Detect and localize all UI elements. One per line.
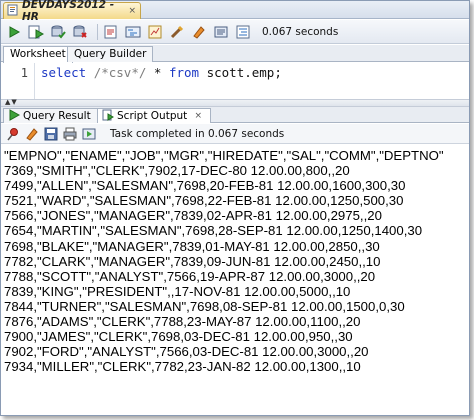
line-number-gutter: 1 xyxy=(1,63,35,99)
csv-data-line: 7902,"FORD","ANALYST",7566,03-DEC-81 12.… xyxy=(4,344,369,360)
print-icon[interactable] xyxy=(62,126,78,142)
tab-query-builder[interactable]: Query Builder xyxy=(67,46,154,62)
csv-data-line: 7782,"CLARK","MANAGER",7839,09-JUN-81 12… xyxy=(4,253,381,269)
buffer-size-icon[interactable] xyxy=(81,126,97,142)
tab-worksheet[interactable]: Worksheet xyxy=(3,46,73,63)
sql-file-icon xyxy=(7,4,19,19)
sql-worksheet-window: DEVDAYS2012 - HR × 0.067 seconds Workshe… xyxy=(0,0,470,416)
worksheet-document-tab[interactable]: DEVDAYS2012 - HR × xyxy=(3,0,141,23)
csv-data-line: 7698,"BLAKE","MANAGER",7839,01-MAY-81 12… xyxy=(4,238,380,254)
csv-data-line: 7844,"TURNER","SALESMAN",7698,08-SEP-81 … xyxy=(4,298,405,314)
table-name-token: scott.emp; xyxy=(199,65,282,80)
run-statement-icon[interactable] xyxy=(5,23,23,41)
csv-data-line: 7566,"JONES","MANAGER",7839,02-APR-81 12… xyxy=(4,208,382,224)
csv-data-line: 7839,"KING","PRESIDENT",,17-NOV-81 12.00… xyxy=(4,283,351,299)
run-script-icon[interactable] xyxy=(27,23,45,41)
history-icon[interactable] xyxy=(212,23,230,41)
task-status: Task completed in 0.067 seconds xyxy=(110,127,285,140)
pin-icon[interactable] xyxy=(5,126,21,142)
rollback-icon[interactable] xyxy=(71,23,89,41)
explain-plan-icon[interactable] xyxy=(124,23,142,41)
csv-data-line: 7654,"MARTIN","SALESMAN",7698,28-SEP-81 … xyxy=(4,223,423,239)
csv-data-line: 7788,"SCOTT","ANALYST",7566,19-APR-87 12… xyxy=(4,268,376,284)
toolbar-separator xyxy=(97,23,98,40)
sql-tuning-icon[interactable] xyxy=(168,23,186,41)
sql-editor[interactable]: 1 select /*csv*/ * from scott.emp; xyxy=(1,63,469,99)
result-tabs: Query Result × Script Output × xyxy=(1,107,469,123)
splitter-arrows-icon[interactable]: ▲▼ xyxy=(5,98,18,106)
csv-data-line: 7499,"ALLEN","SALESMAN",7698,20-FEB-81 1… xyxy=(4,178,406,194)
star-token: * xyxy=(146,65,169,80)
csv-header-line: "EMPNO","ENAME","JOB","MGR","HIREDATE","… xyxy=(4,148,444,163)
worksheet-toolbar: 0.067 seconds xyxy=(1,20,469,44)
line-number: 1 xyxy=(20,66,28,80)
pane-splitter[interactable]: ▲▼ xyxy=(1,98,469,107)
csv-data-line: 7369,"SMITH","CLERK",7902,17-DEC-80 12.0… xyxy=(4,163,350,179)
clear-output-icon[interactable] xyxy=(24,126,40,142)
output-toolbar: Task completed in 0.067 seconds xyxy=(1,124,469,144)
close-icon[interactable]: × xyxy=(193,111,203,121)
csv-data-line: 7876,"ADAMS","CLERK",7788,23-MAY-87 12.0… xyxy=(4,314,361,330)
clear-icon[interactable] xyxy=(190,23,208,41)
query-result-icon xyxy=(8,108,21,124)
format-icon[interactable] xyxy=(234,23,252,41)
query-result-label: Query Result xyxy=(23,110,91,122)
script-output-pane[interactable]: "EMPNO","ENAME","JOB","MGR","HIREDATE","… xyxy=(1,145,469,415)
unshared-worksheet-icon[interactable] xyxy=(102,23,120,41)
csv-hint-comment: /*csv*/ xyxy=(93,65,147,80)
autotrace-icon[interactable] xyxy=(146,23,164,41)
script-output-icon xyxy=(102,109,114,124)
keyword-from: from xyxy=(168,65,200,80)
tab-script-output[interactable]: Script Output × xyxy=(97,108,212,124)
keyword-select: select xyxy=(41,65,87,80)
elapsed-time: 0.067 seconds xyxy=(262,25,339,38)
save-icon[interactable] xyxy=(43,126,59,142)
script-output-label: Script Output xyxy=(117,110,188,122)
document-tab-bar: DEVDAYS2012 - HR × xyxy=(1,0,469,23)
commit-icon[interactable] xyxy=(49,23,67,41)
code-line[interactable]: select /*csv*/ * from scott.emp; xyxy=(41,65,282,80)
csv-data-line: 7521,"WARD","SALESMAN",7698,22-FEB-81 12… xyxy=(4,193,404,209)
csv-data-line: 7900,"JAMES","CLERK",7698,03-DEC-81 12.0… xyxy=(4,329,353,345)
close-icon[interactable]: × xyxy=(128,6,137,16)
worksheet-mode-tabs: Worksheet Query Builder xyxy=(1,45,469,63)
csv-data-line: 7934,"MILLER","CLERK",7782,23-JAN-82 12.… xyxy=(4,359,361,375)
